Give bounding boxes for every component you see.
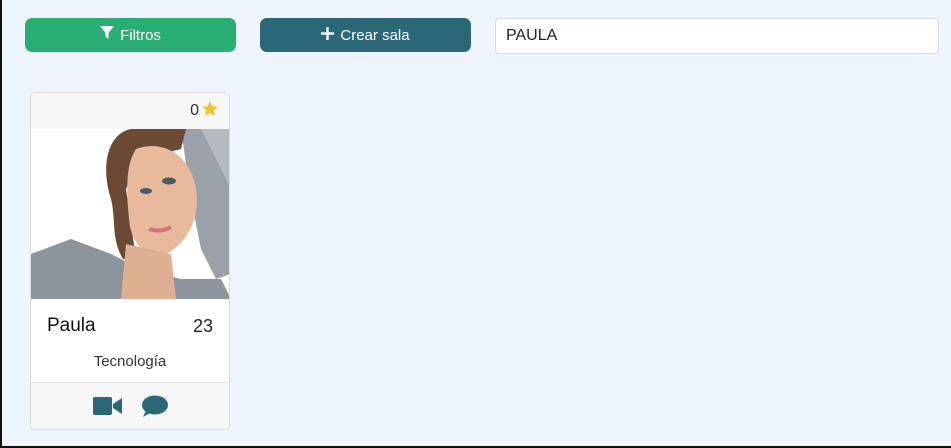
card-header: 0: [31, 93, 229, 129]
profile-name: Paula: [47, 315, 96, 336]
card-actions: [31, 382, 229, 429]
plus-icon: [321, 26, 335, 44]
video-camera-icon[interactable]: [92, 397, 122, 415]
app-background: Filtros Crear sala 0 Paula: [0, 0, 951, 448]
profile-card[interactable]: 0 Paula 23 Tecnología: [30, 92, 230, 430]
profile-age: 23: [192, 316, 213, 336]
search-input[interactable]: [495, 18, 939, 54]
profile-category: Tecnología: [93, 353, 167, 370]
chat-bubble-icon[interactable]: [140, 395, 168, 417]
filters-button[interactable]: Filtros: [25, 18, 236, 52]
create-room-button[interactable]: Crear sala: [260, 18, 471, 52]
filters-button-label: Filtros: [120, 26, 161, 44]
star-icon: [201, 100, 219, 123]
create-room-button-label: Crear sala: [340, 26, 410, 44]
profile-info: Paula 23 Tecnología: [31, 299, 229, 385]
profile-photo[interactable]: [31, 129, 230, 299]
filter-icon: [100, 26, 115, 44]
rating-count: 0: [190, 102, 199, 119]
